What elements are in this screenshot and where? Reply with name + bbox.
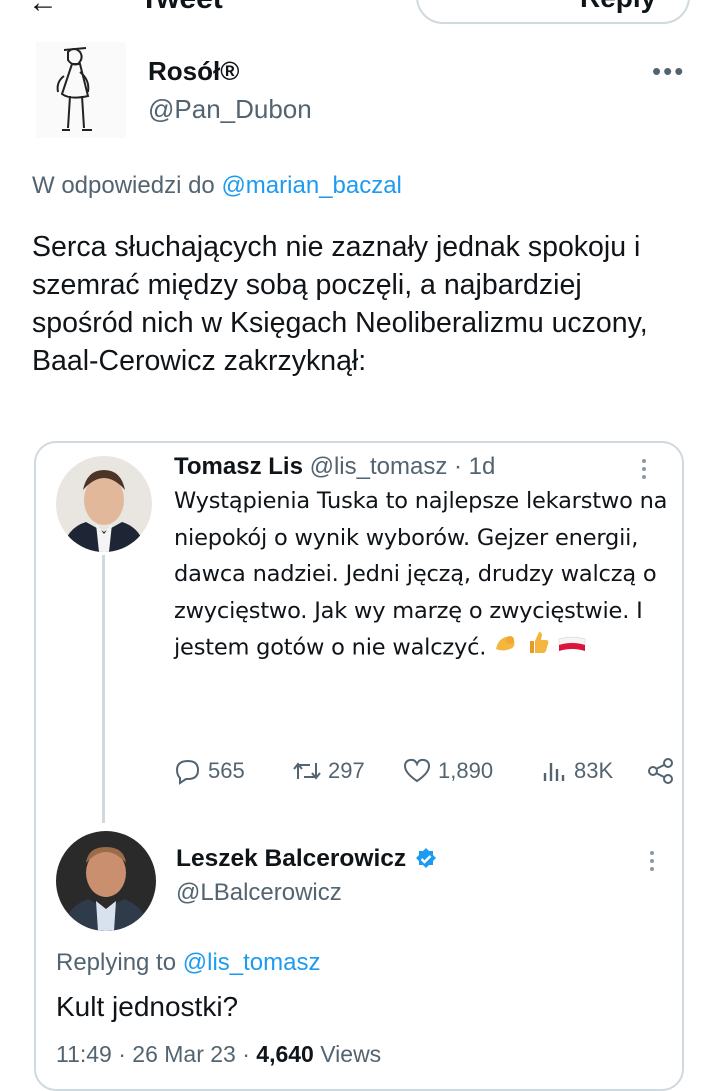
more-options-icon[interactable]: ••• bbox=[652, 56, 685, 87]
replying-to: Replying to @lis_tomasz bbox=[56, 949, 320, 977]
reply-views-count: 4,640 bbox=[256, 1041, 314, 1067]
retweet-action[interactable]: 297 bbox=[292, 757, 365, 785]
more-options-icon[interactable] bbox=[650, 847, 658, 875]
poland-flag-icon bbox=[557, 630, 587, 667]
replying-handle-link[interactable]: @marian_baczal bbox=[221, 172, 401, 199]
like-action[interactable]: 1,890 bbox=[402, 757, 493, 785]
verified-badge-icon bbox=[416, 848, 437, 868]
flexed-biceps-icon bbox=[493, 630, 519, 667]
profile-photo-icon bbox=[56, 456, 152, 552]
retweet-icon bbox=[293, 762, 321, 780]
sketch-figure-avatar-icon bbox=[36, 42, 126, 138]
reply-author-name-text: Leszek Balcerowicz bbox=[176, 845, 407, 872]
reply-timestamp[interactable]: 11:49 · 26 Mar 23 · bbox=[56, 1041, 256, 1067]
reply-author-name[interactable]: Leszek Balcerowicz bbox=[176, 845, 438, 873]
tweet-text: Serca słuchających nie zaznały jednak sp… bbox=[32, 231, 648, 377]
profile-photo-icon bbox=[56, 831, 156, 931]
quoted-tweet-body: Wystąpienia Tuska to najlepsze lekarstwo… bbox=[174, 488, 668, 661]
arrow-left-icon[interactable]: ← bbox=[28, 0, 58, 20]
reply-views-label: Views bbox=[313, 1041, 382, 1067]
quoted-tweet-header: Tomasz Lis @lis_tomasz · 1d bbox=[174, 453, 495, 481]
views-chart-icon bbox=[543, 763, 565, 781]
more-options-icon[interactable] bbox=[642, 455, 650, 483]
replying-to: W odpowiedzi do @marian_baczal bbox=[32, 172, 402, 200]
quoted-tweet-text: Wystąpienia Tuska to najlepsze lekarstwo… bbox=[174, 483, 679, 667]
thread-connector-line bbox=[102, 555, 105, 823]
reply-author-handle[interactable]: @LBalcerowicz bbox=[176, 879, 342, 907]
avatar[interactable] bbox=[56, 831, 156, 931]
avatar[interactable] bbox=[36, 42, 126, 138]
reply-action[interactable]: 565 bbox=[174, 757, 245, 785]
retweet-count: 297 bbox=[328, 758, 365, 783]
views-count: 83K bbox=[574, 758, 614, 783]
top-bar: ← Tweet Reply bbox=[0, 0, 720, 36]
quoted-author-handle[interactable]: @lis_tomasz bbox=[310, 453, 448, 480]
share-action[interactable] bbox=[646, 757, 676, 785]
views-action[interactable]: 83K bbox=[542, 757, 613, 785]
quoted-tweet-actions: 565 297 1,890 83K bbox=[174, 757, 673, 791]
reply-icon bbox=[175, 759, 200, 785]
author-handle[interactable]: @Pan_Dubon bbox=[148, 94, 312, 125]
replying-prefix: Replying to bbox=[56, 949, 183, 976]
like-count: 1,890 bbox=[438, 758, 494, 783]
heart-icon bbox=[403, 758, 431, 783]
page-title: Tweet bbox=[140, 0, 223, 16]
embedded-thread-card[interactable]: Tomasz Lis @lis_tomasz · 1d Wystąpienia … bbox=[34, 441, 684, 1091]
replying-handle-link[interactable]: @lis_tomasz bbox=[183, 949, 321, 976]
reply-button-label: Reply bbox=[580, 0, 656, 14]
quoted-time: · 1d bbox=[447, 453, 496, 480]
replying-prefix: W odpowiedzi do bbox=[32, 172, 222, 199]
reply-count: 565 bbox=[208, 758, 245, 783]
share-icon bbox=[648, 758, 673, 784]
reply-meta: 11:49 · 26 Mar 23 · 4,640 Views bbox=[56, 1041, 381, 1068]
thumbs-up-icon bbox=[526, 629, 550, 667]
author-name[interactable]: Rosół® bbox=[148, 56, 239, 87]
reply-text: Kult jednostki? bbox=[56, 991, 239, 1022]
avatar[interactable] bbox=[56, 456, 152, 552]
quoted-author-name[interactable]: Tomasz Lis bbox=[174, 453, 303, 480]
